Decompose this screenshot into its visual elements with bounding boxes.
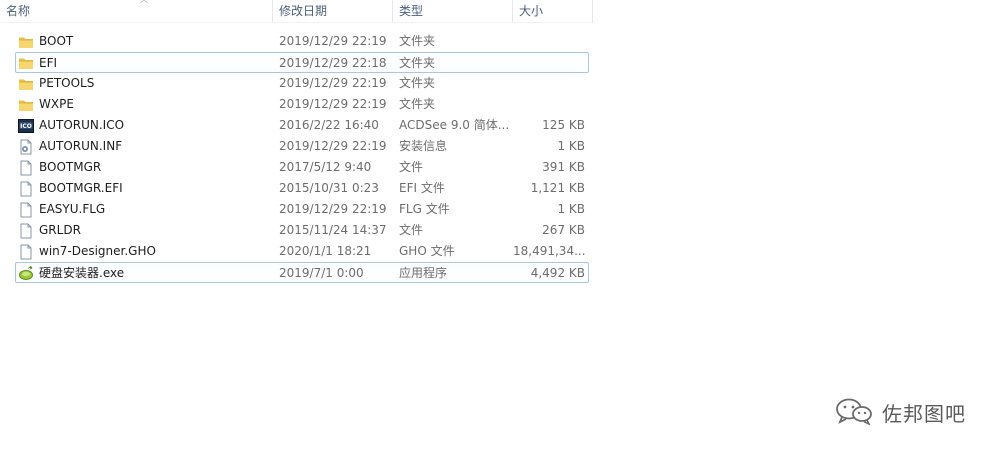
file-row[interactable]: BOOT 2019/12/29 22:19 文件夹	[0, 31, 600, 52]
file-name: WXPE	[39, 97, 74, 111]
file-row[interactable]: EASYU.FLG 2019/12/29 22:19 FLG 文件 1 KB	[0, 199, 600, 220]
file-date: 2020/1/1 18:21	[279, 244, 372, 258]
file-type: 文件夹	[399, 97, 436, 111]
file-name: win7-Designer.GHO	[39, 244, 156, 258]
file-type: ACDSee 9.0 简体...	[399, 118, 509, 132]
file-type: 安装信息	[399, 139, 448, 153]
file-row[interactable]: BOOTMGR 2017/5/12 9:40 文件 391 KB	[0, 157, 600, 178]
sort-indicator-icon: ︿	[140, 0, 148, 4]
file-row[interactable]: GRLDR 2015/11/24 14:37 文件 267 KB	[0, 220, 600, 241]
file-size	[513, 31, 585, 52]
wechat-icon	[834, 397, 874, 428]
file-size: 1 KB	[557, 202, 585, 216]
file-row[interactable]: AUTORUN.INF 2019/12/29 22:19 安装信息 1 KB	[0, 136, 600, 157]
file-date: 2015/11/24 14:37	[279, 223, 387, 237]
file-name: BOOTMGR	[39, 160, 102, 174]
ico-file-icon: ICO	[18, 118, 34, 134]
file-size: 391 KB	[542, 160, 585, 174]
file-size	[513, 94, 585, 115]
file-type: EFI 文件	[399, 181, 445, 195]
file-name: 硬盘安装器.exe	[39, 266, 125, 280]
file-date: 2019/12/29 22:19	[279, 76, 387, 90]
file-date: 2017/5/12 9:40	[279, 160, 372, 174]
file-date: 2019/12/29 22:19	[279, 34, 387, 48]
file-size: 125 KB	[542, 118, 585, 132]
file-date: 2019/12/29 22:19	[279, 139, 387, 153]
file-size	[513, 73, 585, 94]
file-row[interactable]: PETOOLS 2019/12/29 22:19 文件夹	[0, 73, 600, 94]
file-type: 文件夹	[399, 76, 436, 90]
file-size: 4,492 KB	[530, 266, 585, 280]
file-type: GHO 文件	[399, 244, 455, 258]
file-row-selected[interactable]: 硬盘安装器.exe 2019/7/1 0:00 应用程序 4,492 KB	[15, 262, 589, 283]
file-date: 2016/2/22 16:40	[279, 118, 379, 132]
watermark: 佐邦图吧	[834, 395, 966, 429]
file-date: 2019/12/29 22:19	[279, 97, 387, 111]
file-icon	[18, 202, 34, 218]
file-icon	[18, 223, 34, 239]
file-date: 2019/12/29 22:18	[279, 56, 387, 70]
file-size: 1,121 KB	[530, 181, 585, 195]
file-type: 文件	[399, 223, 424, 237]
file-size: 1 KB	[557, 139, 585, 153]
file-date: 2019/12/29 22:19	[279, 202, 387, 216]
folder-icon	[18, 55, 34, 71]
column-header-date[interactable]: 修改日期	[273, 0, 393, 22]
header-divider	[0, 22, 594, 23]
file-type: 文件	[399, 160, 424, 174]
file-name: BOOT	[39, 34, 74, 48]
svg-text:ICO: ICO	[20, 123, 32, 130]
folder-icon	[18, 76, 34, 92]
file-row[interactable]: ICO AUTORUN.ICO 2016/2/22 16:40 ACDSee 9…	[0, 115, 600, 136]
file-name: AUTORUN.ICO	[39, 118, 125, 132]
file-row[interactable]: BOOTMGR.EFI 2015/10/31 0:23 EFI 文件 1,121…	[0, 178, 600, 199]
file-icon	[18, 244, 34, 260]
file-date: 2019/7/1 0:00	[279, 266, 364, 280]
file-name: BOOTMGR.EFI	[39, 181, 123, 195]
folder-icon	[18, 97, 34, 113]
file-name: AUTORUN.INF	[39, 139, 123, 153]
file-name: GRLDR	[39, 223, 81, 237]
column-header-type[interactable]: 类型	[393, 0, 513, 22]
file-name: EASYU.FLG	[39, 202, 106, 216]
file-name: EFI	[39, 56, 58, 70]
watermark-text: 佐邦图吧	[882, 401, 966, 426]
file-icon	[18, 181, 34, 197]
file-type: 文件夹	[399, 34, 436, 48]
file-date: 2015/10/31 0:23	[279, 181, 379, 195]
file-name: PETOOLS	[39, 76, 95, 90]
column-header-bar: 名称 修改日期 类型 大小 ︿	[0, 0, 594, 22]
file-row-hovered[interactable]: EFI 2019/12/29 22:18 文件夹	[15, 52, 589, 73]
file-type: FLG 文件	[399, 202, 450, 216]
file-list: BOOT 2019/12/29 22:19 文件夹 EFI 2019/12/29…	[0, 31, 600, 283]
file-explorer-window: 名称 修改日期 类型 大小 ︿ BOOT 2019/12/29 22:19 文件…	[0, 0, 998, 455]
file-row[interactable]: WXPE 2019/12/29 22:19 文件夹	[0, 94, 600, 115]
folder-icon	[18, 34, 34, 50]
column-header-size[interactable]: 大小	[513, 0, 593, 22]
installer-exe-icon	[18, 265, 34, 281]
column-header-name[interactable]: 名称	[0, 0, 273, 22]
file-type: 文件夹	[399, 56, 436, 70]
file-row[interactable]: win7-Designer.GHO 2020/1/1 18:21 GHO 文件 …	[0, 241, 600, 262]
file-icon	[18, 160, 34, 176]
settings-file-icon	[18, 139, 34, 155]
file-size: 267 KB	[542, 223, 585, 237]
file-type: 应用程序	[399, 266, 448, 280]
file-size: 18,491,34...	[513, 244, 585, 258]
file-size	[513, 53, 585, 74]
